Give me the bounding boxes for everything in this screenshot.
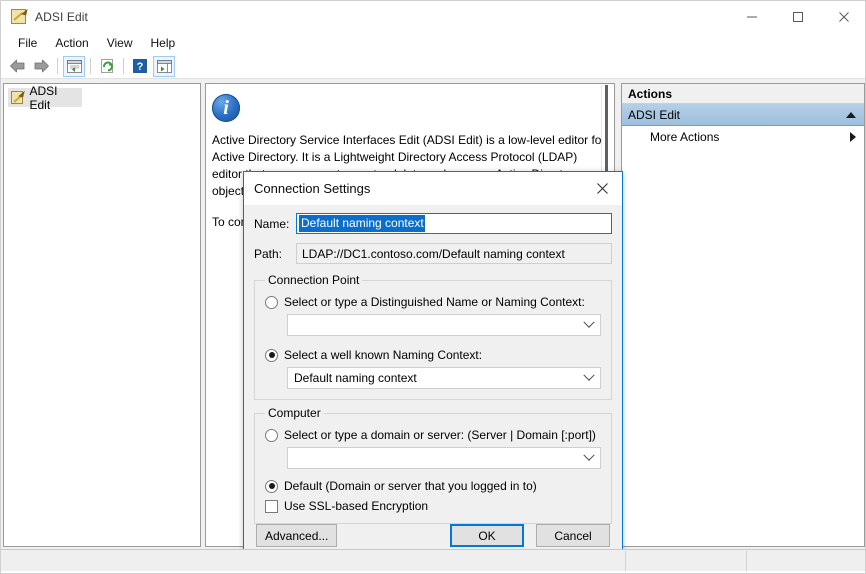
name-input[interactable]: Default naming context	[296, 213, 612, 234]
chevron-down-icon[interactable]	[578, 315, 600, 335]
radio-domain-or-server[interactable]	[265, 428, 278, 442]
radio-default-domain-label: Default (Domain or server that you logge…	[284, 479, 537, 493]
ok-button[interactable]: OK	[450, 524, 524, 547]
statusbar-cell-2	[626, 550, 747, 573]
menubar: File Action View Help	[1, 32, 865, 54]
well-known-context-combobox[interactable]: Default naming context	[287, 367, 601, 389]
menu-view[interactable]: View	[98, 33, 142, 53]
forward-icon[interactable]	[30, 56, 52, 77]
toolbar-separator-1	[57, 58, 58, 74]
menu-action[interactable]: Action	[46, 33, 97, 53]
dialog-body: Name: Default naming context Path: LDAP:…	[244, 205, 622, 524]
dialog-titlebar: Connection Settings	[244, 172, 622, 205]
well-known-context-combobox-value: Default naming context	[294, 371, 417, 385]
statusbar	[1, 549, 865, 573]
toolbar-separator-3	[123, 58, 124, 74]
radio-row-well-known-context[interactable]: Select a well known Naming Context:	[265, 348, 601, 362]
toolbar: ?	[1, 54, 865, 79]
show-hide-console-tree-icon[interactable]	[63, 55, 85, 77]
close-icon[interactable]	[582, 173, 622, 205]
tree-item-adsi-edit[interactable]: ADSI Edit	[8, 84, 82, 112]
back-icon[interactable]	[6, 56, 28, 77]
domain-or-server-combobox[interactable]	[287, 447, 601, 469]
radio-distinguished-name[interactable]	[265, 295, 278, 309]
toolbar-separator-2	[90, 58, 91, 74]
radio-well-known-context[interactable]	[265, 348, 278, 362]
menu-file[interactable]: File	[9, 33, 46, 53]
menu-help[interactable]: Help	[142, 33, 185, 53]
actions-group-adsi-edit[interactable]: ADSI Edit	[622, 104, 864, 126]
tree-item-label: ADSI Edit	[29, 83, 58, 112]
dialog-title: Connection Settings	[254, 181, 371, 196]
caret-right-icon[interactable]	[850, 132, 856, 142]
statusbar-cell-3	[747, 551, 865, 573]
chevron-down-icon[interactable]	[578, 448, 600, 468]
statusbar-cell-1	[1, 550, 626, 573]
action-row-more-actions[interactable]: More Actions	[622, 126, 864, 148]
close-button[interactable]	[821, 1, 865, 32]
main-body: ADSI Edit Active Directory Service Inter…	[1, 79, 865, 557]
maximize-button[interactable]	[775, 1, 821, 32]
name-input-value: Default naming context	[299, 215, 425, 232]
path-value: LDAP://DC1.contoso.com/Default naming co…	[296, 243, 612, 264]
path-field-label: Path:	[254, 246, 283, 261]
adsi-edit-window: ADSI Edit File Action View Help ? ADSI E…	[0, 0, 866, 574]
chevron-down-icon[interactable]	[578, 368, 600, 388]
actions-group-label: ADSI Edit	[628, 107, 681, 122]
dialog-button-bar: Advanced... OK Cancel	[244, 524, 622, 547]
checkbox-use-ssl[interactable]	[265, 499, 278, 513]
computer-group: Computer Select or type a domain or serv…	[254, 406, 612, 524]
checkbox-row-ssl[interactable]: Use SSL-based Encryption	[265, 499, 601, 513]
radio-row-domain-or-server[interactable]: Select or type a domain or server: (Serv…	[265, 428, 601, 442]
radio-distinguished-name-label: Select or type a Distinguished Name or N…	[284, 295, 585, 309]
window-titlebar: ADSI Edit	[1, 1, 865, 32]
name-field-label: Name:	[254, 216, 290, 231]
computer-legend: Computer	[268, 406, 321, 420]
name-field-row: Name: Default naming context	[254, 213, 612, 234]
adsi-edit-icon	[11, 91, 24, 104]
refresh-icon[interactable]	[96, 56, 118, 77]
connection-settings-dialog: Connection Settings Name: Default naming…	[243, 171, 623, 557]
caret-up-icon[interactable]	[846, 111, 856, 118]
radio-row-distinguished-name[interactable]: Select or type a Distinguished Name or N…	[265, 295, 601, 309]
help-icon[interactable]: ?	[129, 56, 151, 77]
action-row-label: More Actions	[650, 130, 720, 144]
connection-point-group: Connection Point Select or type a Distin…	[254, 273, 612, 400]
actions-pane-header: Actions	[622, 84, 864, 104]
path-field-row: Path: LDAP://DC1.contoso.com/Default nam…	[254, 243, 612, 264]
info-icon	[212, 94, 240, 122]
actions-pane: Actions ADSI Edit More Actions	[621, 83, 865, 547]
console-tree-pane: ADSI Edit	[3, 83, 201, 547]
svg-text:?: ?	[137, 61, 144, 73]
radio-domain-or-server-label: Select or type a domain or server: (Serv…	[284, 428, 596, 442]
radio-row-default-domain[interactable]: Default (Domain or server that you logge…	[265, 479, 601, 493]
advanced-button[interactable]: Advanced...	[256, 524, 338, 547]
show-hide-action-pane-icon[interactable]	[153, 55, 175, 77]
cancel-button[interactable]: Cancel	[536, 524, 610, 547]
minimize-button[interactable]	[729, 1, 775, 32]
radio-default-domain[interactable]	[265, 479, 278, 493]
radio-well-known-context-label: Select a well known Naming Context:	[284, 348, 483, 362]
adsi-edit-icon	[11, 8, 27, 25]
distinguished-name-combobox[interactable]	[287, 314, 601, 336]
checkbox-use-ssl-label: Use SSL-based Encryption	[284, 499, 429, 513]
window-title: ADSI Edit	[35, 9, 88, 24]
connection-point-legend: Connection Point	[268, 273, 360, 287]
